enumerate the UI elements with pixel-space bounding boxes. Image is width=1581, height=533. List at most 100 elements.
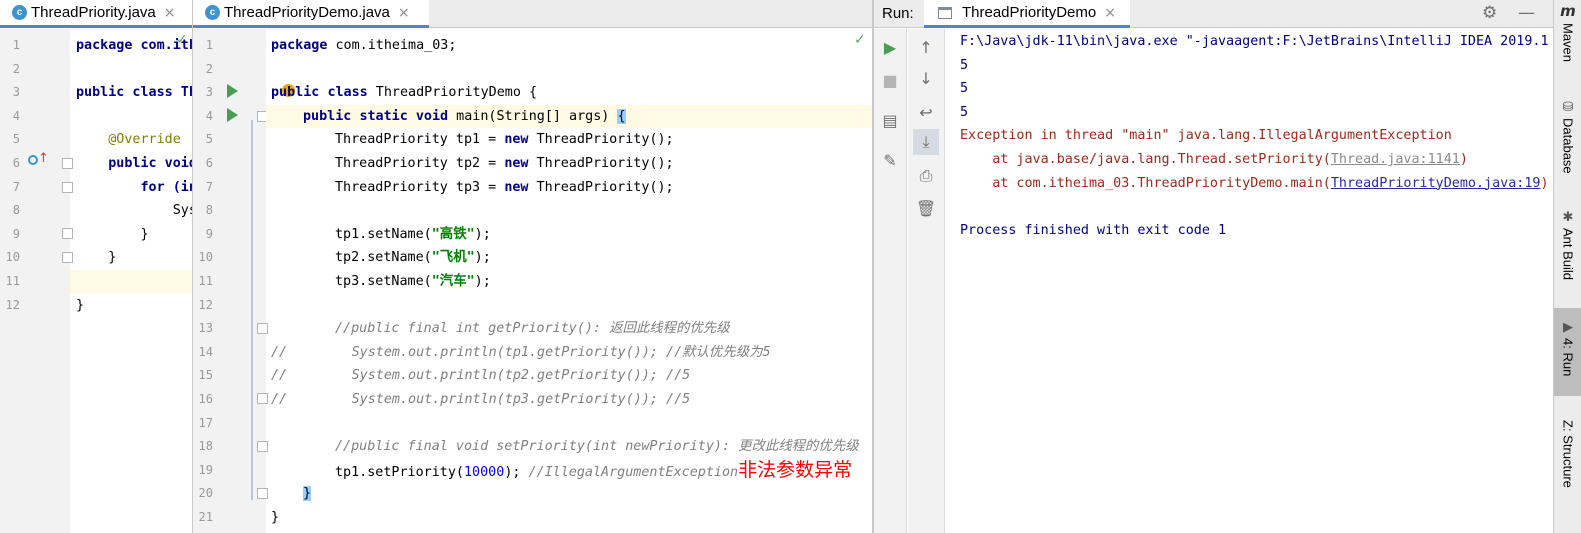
override-method-icon[interactable] xyxy=(28,155,38,165)
line-number: 20 xyxy=(198,486,213,501)
main-code-area[interactable]: package com.itheima_03; public class Thr… xyxy=(266,29,872,533)
code-line: Sys xyxy=(76,203,192,219)
line-number: 13 xyxy=(198,321,213,336)
console-icon xyxy=(938,6,952,19)
line-number: 3 xyxy=(205,85,213,100)
code-line: tp3.setName("汽车"); xyxy=(335,274,491,289)
console-stack-line: at java.base/java.lang.Thread.setPriorit… xyxy=(960,152,1468,167)
line-number: 2 xyxy=(205,61,213,76)
tab-threadpriority-java[interactable]: c ThreadPriority.java × xyxy=(0,0,192,28)
code-line: tp2.setName("飞机"); xyxy=(335,250,491,266)
tool-window-structure[interactable]: Z: Structure xyxy=(1554,420,1581,525)
line-number: 17 xyxy=(198,415,213,430)
code-line: } xyxy=(76,226,149,242)
line-number: 10 xyxy=(5,250,20,265)
line-number: 7 xyxy=(205,179,213,194)
code-line: public class ThreadPriorityDemo { xyxy=(271,85,538,101)
console-line: 5 xyxy=(960,104,969,120)
line-number: 2 xyxy=(12,61,20,76)
line-number: 1 xyxy=(12,38,20,52)
code-line: for (in xyxy=(76,179,192,195)
code-line: ThreadPriority tp2 = new ThreadPriority(… xyxy=(335,156,674,171)
code-line: tp1.setPriority(10000); //IllegalArgumen… xyxy=(335,458,853,481)
line-number: 6 xyxy=(12,156,20,170)
line-number: 11 xyxy=(5,274,20,288)
arrow-down-icon[interactable]: ↓ xyxy=(913,65,939,91)
code-line: // System.out.println(tp1.getPriority())… xyxy=(271,344,771,360)
annotation-text: 非法参数异常 xyxy=(738,458,853,481)
line-number: 9 xyxy=(12,226,20,241)
rerun-icon[interactable]: ▶ xyxy=(877,34,903,60)
tab-threadprioritydemo-java[interactable]: c ThreadPriorityDemo.java × xyxy=(193,0,429,28)
current-line: public static void main(String[] args) { xyxy=(266,104,872,129)
console-output[interactable]: F:\Java\jdk-11\bin\java.exe "-javaagent:… xyxy=(946,29,1553,533)
code-line: package com.ith xyxy=(76,38,192,53)
line-number: 18 xyxy=(198,439,213,454)
code-line: public class Th xyxy=(76,85,192,101)
line-number: 10 xyxy=(198,250,213,265)
line-number: 16 xyxy=(198,392,213,406)
line-number: 12 xyxy=(5,297,20,312)
ant-icon: ✱ xyxy=(1562,210,1574,225)
stack-trace-link[interactable]: ThreadPriorityDemo.java:19 xyxy=(1331,176,1541,191)
arrow-up-icon[interactable]: ↑ xyxy=(913,34,939,60)
line-number: 11 xyxy=(198,274,213,288)
pin-icon[interactable]: ✎ xyxy=(877,147,903,173)
line-number: 8 xyxy=(205,203,213,218)
matched-brace: } xyxy=(303,486,312,502)
soft-wrap-icon[interactable]: ↩ xyxy=(913,99,939,125)
code-line: } xyxy=(266,482,872,506)
left-editor-pane: c ThreadPriority.java × 1 2 3 4 5 6 7 8 … xyxy=(0,0,192,533)
run-gutter-icon[interactable] xyxy=(227,84,238,98)
code-line: ThreadPriority tp3 = new ThreadPriority(… xyxy=(335,179,674,195)
layout-icon[interactable]: ▤ xyxy=(877,107,903,133)
code-line: package com.itheima_03; xyxy=(271,38,457,53)
print-icon[interactable]: ⎙ xyxy=(913,163,939,189)
line-number: 19 xyxy=(198,462,213,477)
tool-window-label: Z: Structure xyxy=(1560,420,1576,488)
current-line xyxy=(70,270,192,294)
main-editor-pane: c ThreadPriorityDemo.java × 1 2 3 4 5 6 … xyxy=(193,0,872,533)
run-panel: Run: ThreadPriorityDemo × ⚙ — ▶ ■ ▤ ✎ ↑ … xyxy=(874,0,1553,533)
code-line: // System.out.println(tp2.getPriority())… xyxy=(271,368,691,384)
line-number: 4 xyxy=(205,108,213,123)
close-icon[interactable]: × xyxy=(164,5,176,21)
main-editor-tabbar: c ThreadPriorityDemo.java × xyxy=(193,0,872,28)
console-stack-line: at com.itheima_03.ThreadPriorityDemo.mai… xyxy=(960,175,1549,191)
close-icon[interactable]: × xyxy=(1104,5,1116,21)
code-line: tp1.setName("高铁"); xyxy=(335,226,491,242)
tool-window-label: 4: Run xyxy=(1560,338,1576,377)
console-line: Process finished with exit code 1 xyxy=(960,222,1227,238)
code-line: ThreadPriority tp1 = new ThreadPriority(… xyxy=(335,132,674,148)
line-number: 4 xyxy=(12,108,20,123)
stack-trace-link[interactable]: Thread.java:1141 xyxy=(1331,152,1460,167)
scroll-to-end-icon[interactable]: ⤓ xyxy=(913,129,939,155)
line-number: 12 xyxy=(198,297,213,312)
line-number: 7 xyxy=(12,179,20,194)
run-toolbar-primary: ▶ ■ ▤ ✎ xyxy=(874,29,907,533)
code-line: } xyxy=(271,510,280,525)
minimize-icon[interactable]: — xyxy=(1518,3,1535,23)
code-line: } xyxy=(76,297,85,313)
console-line: F:\Java\jdk-11\bin\java.exe "-javaagent:… xyxy=(960,34,1549,49)
gear-icon[interactable]: ⚙ xyxy=(1482,3,1497,23)
run-gutter-icon[interactable] xyxy=(227,108,238,122)
tab-label: ThreadPriority.java xyxy=(31,4,156,21)
trash-icon[interactable]: 🗑 xyxy=(913,195,939,221)
line-number: 8 xyxy=(12,203,20,218)
code-line: @Override xyxy=(76,132,181,148)
tool-window-database[interactable]: ⛁ Database xyxy=(1554,100,1581,185)
line-number: 6 xyxy=(205,156,213,170)
tab-run-threadprioritydemo[interactable]: ThreadPriorityDemo × xyxy=(924,0,1130,28)
stop-icon[interactable]: ■ xyxy=(877,67,903,93)
code-line: public void xyxy=(76,156,192,171)
tool-window-ant-build[interactable]: ✱ Ant Build xyxy=(1554,210,1581,295)
tool-window-label: Ant Build xyxy=(1560,228,1576,281)
close-icon[interactable]: × xyxy=(398,5,410,21)
left-code-area[interactable]: package com.ith public class Th @Overrid… xyxy=(70,29,192,533)
tab-label: ThreadPriorityDemo.java xyxy=(224,4,390,21)
tool-window-run[interactable]: ▶ 4: Run xyxy=(1554,308,1581,396)
tool-window-maven[interactable]: m Maven xyxy=(1554,2,1581,72)
line-number: 3 xyxy=(12,85,20,100)
line-number: 5 xyxy=(205,132,213,147)
